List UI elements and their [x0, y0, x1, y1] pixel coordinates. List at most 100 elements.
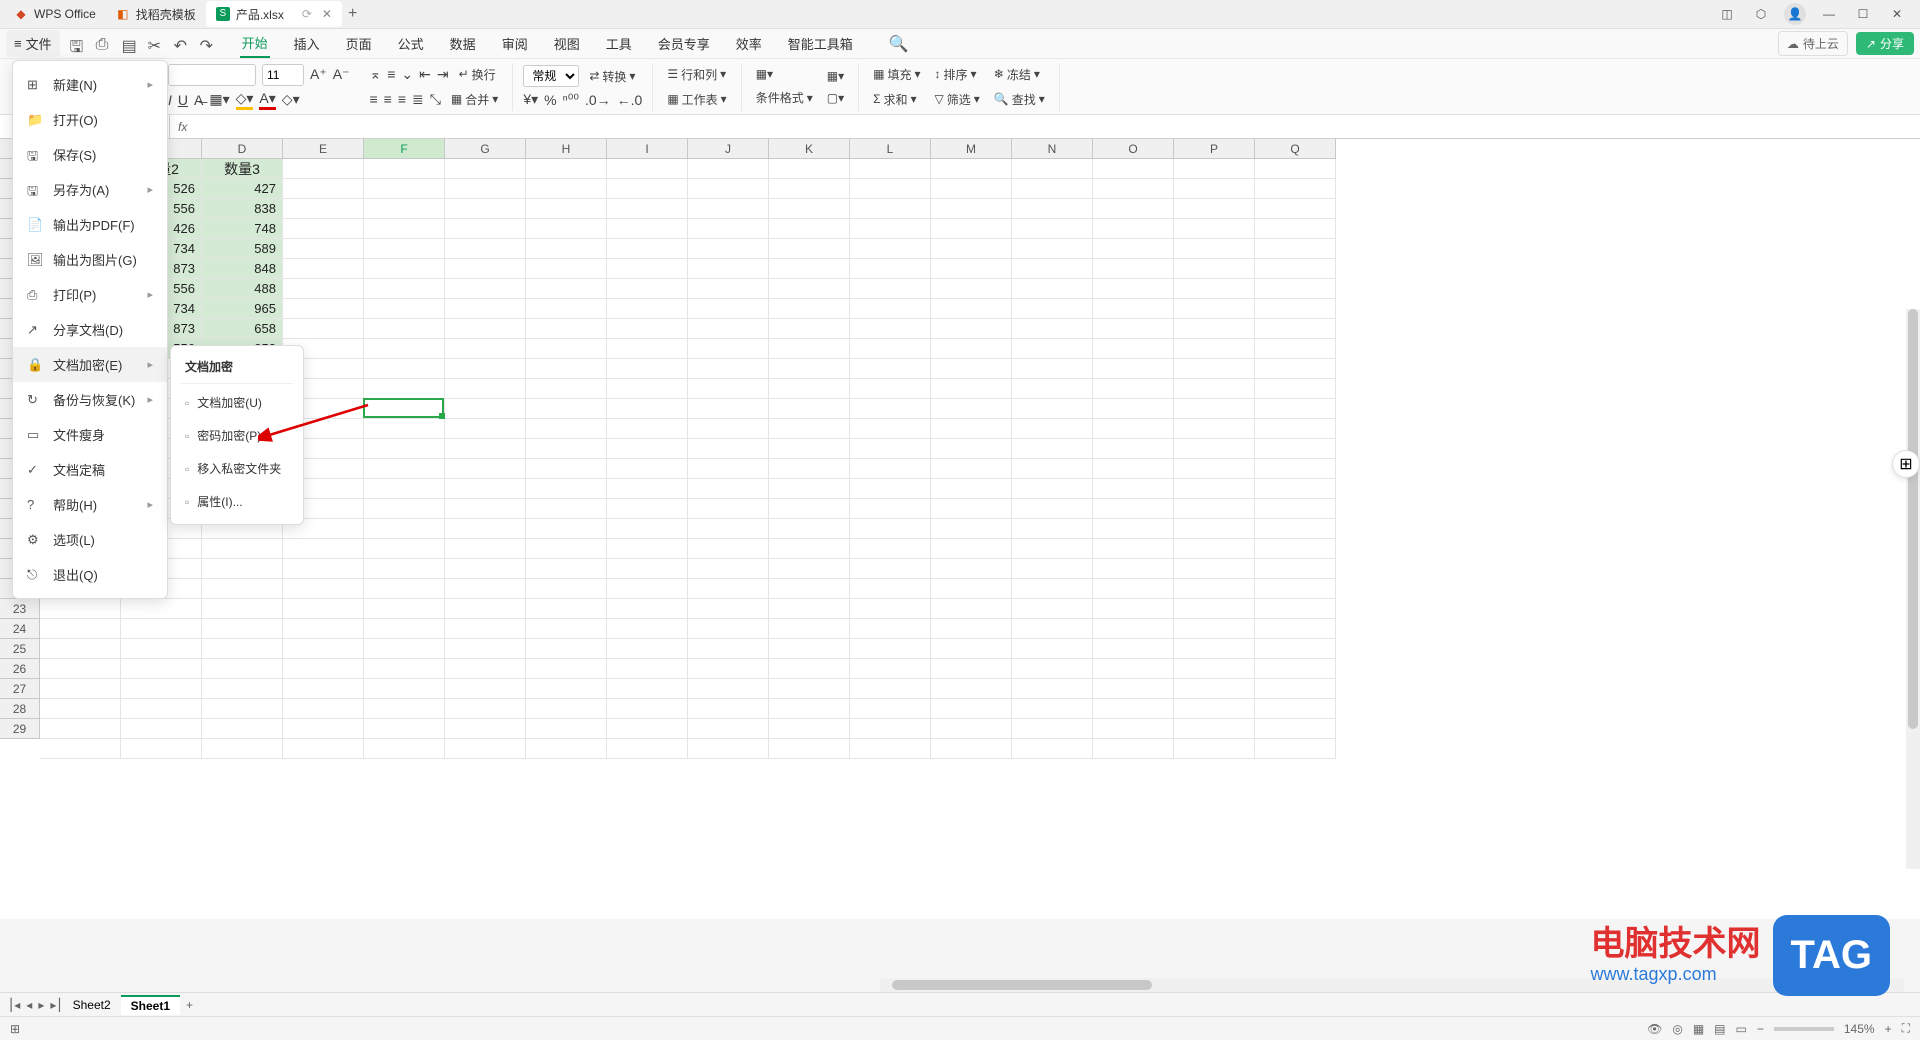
cell[interactable]	[445, 299, 526, 319]
file-menu-item[interactable]: 🖼输出为图片(G)	[13, 242, 167, 277]
cell[interactable]	[1012, 559, 1093, 579]
cell[interactable]	[526, 259, 607, 279]
cell[interactable]	[1012, 459, 1093, 479]
cell[interactable]	[688, 559, 769, 579]
cell[interactable]	[283, 199, 364, 219]
cell[interactable]	[1174, 379, 1255, 399]
cell[interactable]	[1174, 519, 1255, 539]
cell[interactable]	[364, 579, 445, 599]
cell[interactable]	[1174, 299, 1255, 319]
cell[interactable]	[445, 739, 526, 759]
cell[interactable]	[121, 619, 202, 639]
cell[interactable]	[1255, 319, 1336, 339]
app-tab[interactable]: ◆ WPS Office	[4, 1, 106, 27]
header-cell[interactable]: 数量3	[202, 159, 283, 179]
row-col-button[interactable]: ☰行和列▾	[663, 64, 730, 85]
underline-icon[interactable]: U	[178, 92, 188, 108]
cell[interactable]	[688, 599, 769, 619]
cell[interactable]	[445, 619, 526, 639]
cell[interactable]	[445, 599, 526, 619]
cell[interactable]	[526, 739, 607, 759]
cell[interactable]	[769, 339, 850, 359]
cell[interactable]	[1174, 539, 1255, 559]
cell[interactable]	[364, 199, 445, 219]
preview-icon[interactable]: ▤	[122, 36, 138, 52]
cell[interactable]	[931, 579, 1012, 599]
cell[interactable]	[40, 739, 121, 759]
cell[interactable]	[850, 499, 931, 519]
cell[interactable]	[364, 639, 445, 659]
cell[interactable]	[445, 279, 526, 299]
cell[interactable]	[1012, 399, 1093, 419]
status-indicator-icon[interactable]: ⊞	[10, 1022, 20, 1036]
vertical-scrollbar[interactable]	[1906, 309, 1920, 869]
zoom-slider[interactable]	[1774, 1027, 1834, 1031]
cell[interactable]	[850, 179, 931, 199]
cell[interactable]	[526, 159, 607, 179]
cell[interactable]	[850, 519, 931, 539]
cell[interactable]	[445, 259, 526, 279]
cell[interactable]	[1255, 339, 1336, 359]
cell[interactable]	[364, 219, 445, 239]
cell[interactable]	[850, 599, 931, 619]
spreadsheet-grid[interactable]: BCDEFGHIJKLMNOPQ 212223242526272829 数量1数…	[0, 139, 1920, 919]
cell[interactable]	[1012, 679, 1093, 699]
file-menu-item[interactable]: ⎙打印(P)▸	[13, 277, 167, 312]
cell[interactable]	[1174, 619, 1255, 639]
cell[interactable]	[1255, 259, 1336, 279]
cell[interactable]	[1174, 439, 1255, 459]
col-header[interactable]: K	[769, 139, 850, 159]
cell[interactable]	[445, 159, 526, 179]
indent-inc-icon[interactable]: ⇥	[437, 66, 449, 83]
cell[interactable]	[283, 539, 364, 559]
layout-icon[interactable]: ◫	[1716, 3, 1738, 25]
cloud-sync-button[interactable]: ☁ 待上云	[1778, 31, 1848, 56]
align-right-icon[interactable]: ≡	[398, 91, 406, 107]
find-button[interactable]: 🔍查找▾	[990, 89, 1049, 110]
file-menu-button[interactable]: ≡ 文件	[6, 30, 60, 57]
fx-label[interactable]: fx	[178, 120, 187, 134]
cell[interactable]	[850, 479, 931, 499]
cell[interactable]	[445, 379, 526, 399]
cell[interactable]	[769, 539, 850, 559]
cell[interactable]	[526, 599, 607, 619]
cell[interactable]	[1093, 179, 1174, 199]
file-menu-item[interactable]: ?帮助(H)▸	[13, 487, 167, 522]
cell[interactable]	[1012, 719, 1093, 739]
cell[interactable]	[1012, 339, 1093, 359]
font-family-select[interactable]	[168, 64, 256, 86]
cell[interactable]	[769, 639, 850, 659]
cut-icon[interactable]: ✂	[148, 36, 164, 52]
cell[interactable]	[931, 399, 1012, 419]
cell[interactable]	[202, 679, 283, 699]
cell[interactable]	[1255, 659, 1336, 679]
cell[interactable]	[1255, 219, 1336, 239]
cell[interactable]	[1255, 359, 1336, 379]
file-menu-item[interactable]: 📁打开(O)	[13, 102, 167, 137]
cell[interactable]	[445, 219, 526, 239]
file-menu-item[interactable]: ↗分享文档(D)	[13, 312, 167, 347]
cell[interactable]	[445, 439, 526, 459]
cell[interactable]	[607, 379, 688, 399]
cube-icon[interactable]: ⬡	[1750, 3, 1772, 25]
cell[interactable]	[931, 439, 1012, 459]
col-header[interactable]: G	[445, 139, 526, 159]
format-table-button[interactable]: ▦▾	[752, 65, 817, 83]
cell[interactable]	[607, 619, 688, 639]
cell[interactable]	[1012, 639, 1093, 659]
cell[interactable]	[283, 279, 364, 299]
cell[interactable]	[1093, 279, 1174, 299]
sheet-nav-last-icon[interactable]: ▸⎮	[50, 998, 62, 1012]
cell[interactable]	[445, 519, 526, 539]
cell[interactable]: 848	[202, 259, 283, 279]
cell[interactable]	[364, 539, 445, 559]
zoom-out-button[interactable]: −	[1757, 1022, 1764, 1036]
cell[interactable]	[1093, 319, 1174, 339]
cell[interactable]	[607, 279, 688, 299]
cell[interactable]	[769, 159, 850, 179]
cell[interactable]	[526, 239, 607, 259]
cell[interactable]	[283, 619, 364, 639]
cell[interactable]	[769, 379, 850, 399]
font-color-icon[interactable]: A▾	[259, 90, 275, 110]
cell[interactable]	[1174, 239, 1255, 259]
